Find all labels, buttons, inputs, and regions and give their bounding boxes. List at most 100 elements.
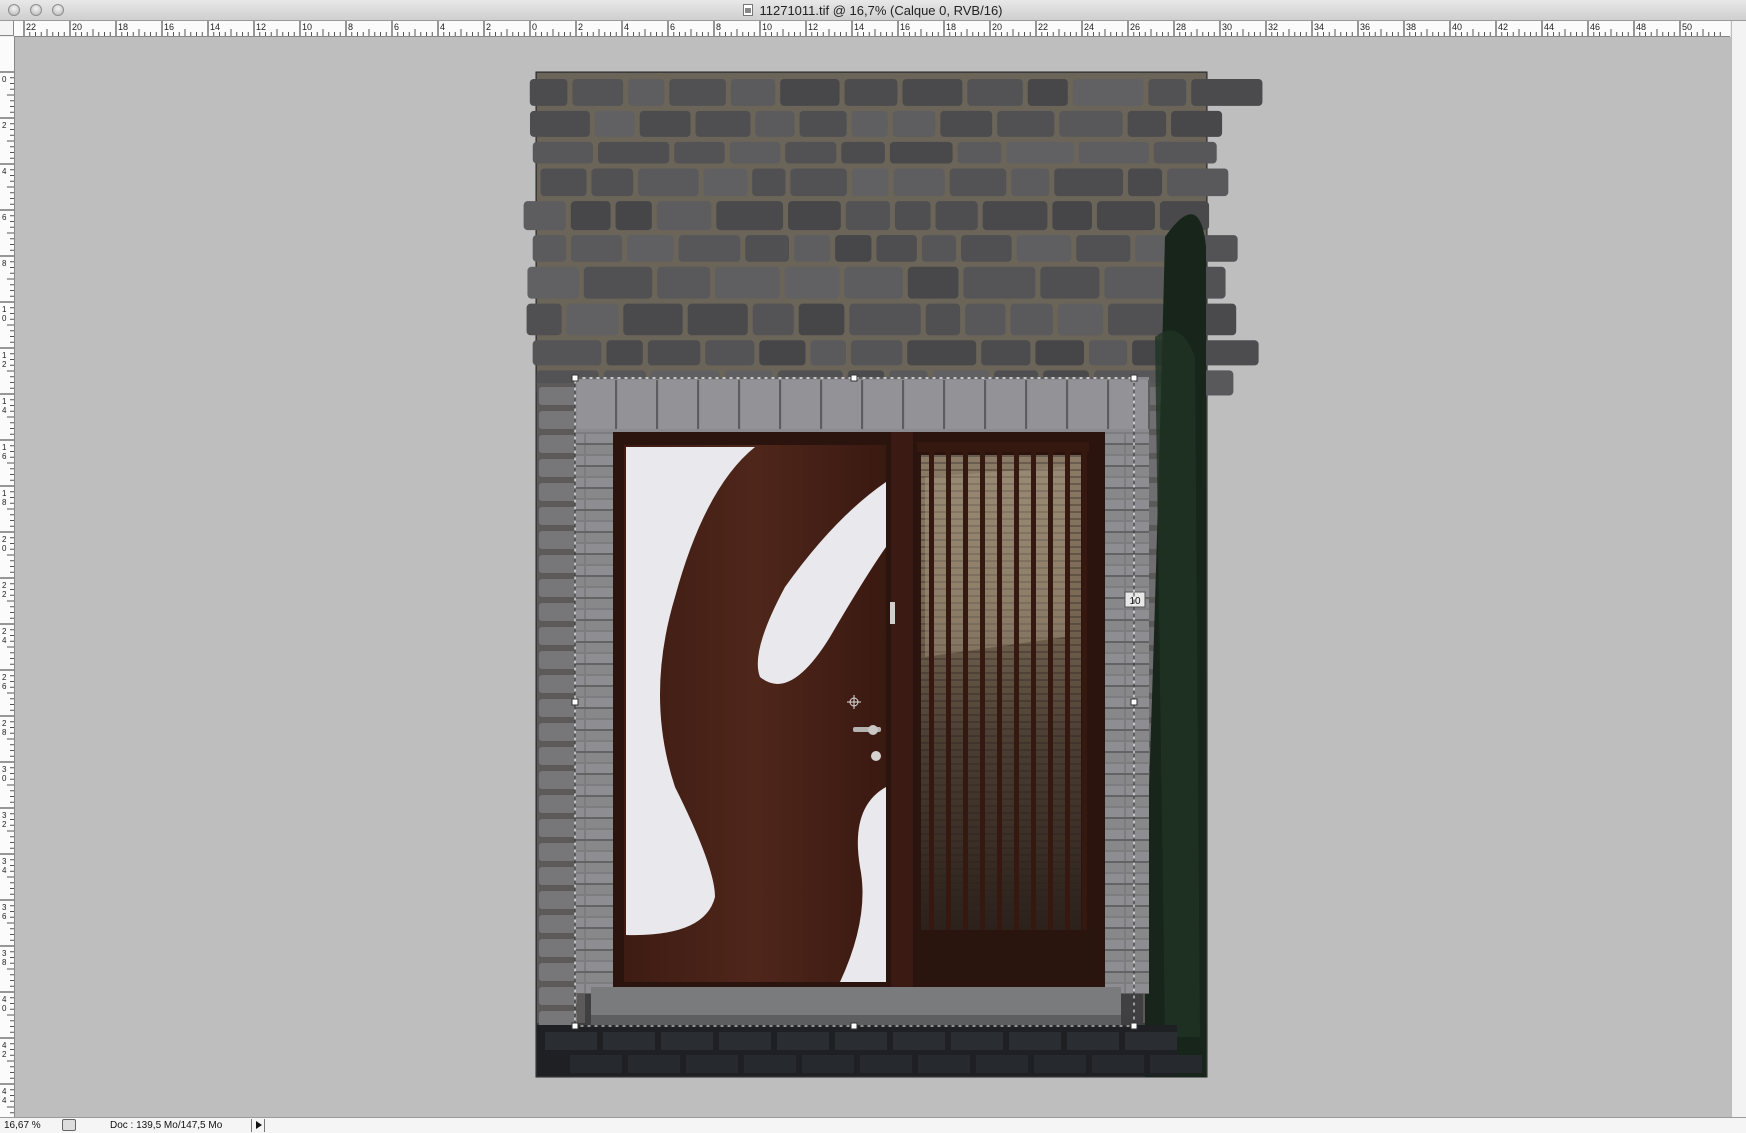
ruler-label: 36 — [1360, 22, 1370, 32]
ruler-label: 32 — [2, 811, 7, 829]
transform-handle-top-center[interactable] — [850, 374, 858, 382]
ruler-label: 28 — [2, 719, 7, 737]
status-bar: 16,67 % Doc : 139,5 Mo/147,5 Mo — [0, 1117, 1746, 1133]
title-group: 11271011.tif @ 16,7% (Calque 0, RVB/16) — [0, 0, 1746, 20]
svg-text:8: 8 — [2, 498, 7, 507]
svg-text:2: 2 — [2, 627, 7, 636]
ruler-label: 44 — [2, 1087, 7, 1105]
vertical-scrollbar[interactable] — [1731, 21, 1746, 1117]
svg-text:3: 3 — [2, 765, 7, 774]
ruler-label: 8 — [348, 22, 353, 32]
svg-text:2: 2 — [2, 820, 7, 829]
status-preview-icon[interactable] — [62, 1119, 76, 1131]
svg-text:1: 1 — [2, 489, 7, 498]
ruler-label: 42 — [1498, 22, 1508, 32]
transform-handle-bottom-right[interactable] — [1130, 1022, 1138, 1030]
ruler-label: 16 — [164, 22, 174, 32]
svg-text:6: 6 — [2, 213, 7, 222]
ruler-label: 48 — [1636, 22, 1646, 32]
svg-text:4: 4 — [2, 636, 7, 645]
window-titlebar[interactable]: 11271011.tif @ 16,7% (Calque 0, RVB/16) — [0, 0, 1746, 21]
svg-text:0: 0 — [2, 75, 7, 84]
svg-text:1: 1 — [2, 443, 7, 452]
ruler-label: 10 — [762, 22, 772, 32]
ruler-label: 6 — [394, 22, 399, 32]
svg-text:3: 3 — [2, 903, 7, 912]
ruler-label: 10 — [2, 305, 7, 323]
svg-text:0: 0 — [2, 544, 7, 553]
ruler-label: 42 — [2, 1041, 7, 1059]
ruler-label: 8 — [716, 22, 721, 32]
ruler-label: 46 — [1590, 22, 1600, 32]
ruler-label: 30 — [1222, 22, 1232, 32]
transform-handle-bottom-center[interactable] — [850, 1022, 858, 1030]
vertical-ruler-ticks: 0246810121416182022242628303234363840424… — [0, 71, 14, 1114]
ruler-label: 26 — [1130, 22, 1140, 32]
transform-handle-middle-left[interactable] — [571, 698, 579, 706]
svg-text:0: 0 — [2, 1004, 7, 1013]
ruler-label: 14 — [210, 22, 220, 32]
svg-text:2: 2 — [2, 121, 7, 130]
ruler-label: 30 — [2, 765, 7, 783]
svg-text:4: 4 — [2, 866, 7, 875]
document-proxy-icon[interactable] — [743, 4, 754, 16]
ruler-label: 24 — [2, 627, 7, 645]
ruler-label: 26 — [2, 673, 7, 691]
transform-handle-bottom-left[interactable] — [571, 1022, 579, 1030]
svg-text:4: 4 — [2, 995, 7, 1004]
ruler-label: 22 — [2, 581, 7, 599]
svg-text:8: 8 — [2, 259, 7, 268]
transform-handle-top-right[interactable] — [1130, 374, 1138, 382]
svg-text:2: 2 — [2, 535, 7, 544]
svg-text:4: 4 — [2, 406, 7, 415]
svg-text:3: 3 — [2, 949, 7, 958]
stone-wall — [523, 79, 1263, 396]
ruler-label: 38 — [1406, 22, 1416, 32]
transform-handle-middle-right[interactable] — [1130, 698, 1138, 706]
ruler-label: 12 — [808, 22, 818, 32]
svg-text:0: 0 — [2, 774, 7, 783]
ruler-label: 4 — [624, 22, 629, 32]
house-number: 10 — [1129, 596, 1141, 607]
photo: 10 — [523, 71, 1263, 1078]
ruler-label: 4 — [2, 167, 7, 176]
document-image[interactable]: 10 — [15, 37, 1731, 1117]
ruler-label: 22 — [1038, 22, 1048, 32]
ruler-label: 14 — [2, 397, 7, 415]
svg-text:4: 4 — [2, 1087, 7, 1096]
transform-handle-top-left[interactable] — [571, 374, 579, 382]
svg-text:4: 4 — [2, 167, 7, 176]
horizontal-ruler[interactable]: 22 20 18 16 14 12 10 8 6 4 2 0 2 4 6 8 10 12 14 16 18 20 22 24 2… — [14, 21, 1730, 37]
ruler-label: 34 — [2, 857, 7, 875]
ruler-origin-corner[interactable] — [0, 21, 14, 36]
ruler-label: 22 — [26, 22, 36, 32]
ruler-label: 2 — [486, 22, 491, 32]
ruler-label: 28 — [1176, 22, 1186, 32]
ruler-label: 24 — [1084, 22, 1094, 32]
svg-text:2: 2 — [2, 360, 7, 369]
ruler-label: 18 — [118, 22, 128, 32]
ruler-label: 10 — [302, 22, 312, 32]
ruler-label: 40 — [1452, 22, 1462, 32]
status-menu-arrow-icon[interactable] — [251, 1119, 265, 1132]
svg-text:3: 3 — [2, 811, 7, 820]
zoom-level-field[interactable]: 16,67 % — [4, 1119, 56, 1132]
ruler-label: 12 — [2, 351, 7, 369]
window-title: 11271011.tif @ 16,7% (Calque 0, RVB/16) — [759, 2, 1003, 18]
svg-text:2: 2 — [2, 581, 7, 590]
ruler-label: 44 — [1544, 22, 1554, 32]
ruler-label: 38 — [2, 949, 7, 967]
svg-text:4: 4 — [2, 1041, 7, 1050]
ruler-label: 34 — [1314, 22, 1324, 32]
ruler-label: 14 — [854, 22, 864, 32]
svg-text:4: 4 — [2, 1096, 7, 1105]
svg-text:1: 1 — [2, 305, 7, 314]
ruler-label: 36 — [2, 903, 7, 921]
document-size-info: Doc : 139,5 Mo/147,5 Mo — [110, 1120, 223, 1131]
ruler-label: 0 — [532, 22, 537, 32]
vertical-ruler[interactable]: 0246810121416182022242628303234363840424… — [0, 37, 15, 1117]
svg-text:2: 2 — [2, 1050, 7, 1059]
ruler-label: 20 — [72, 22, 82, 32]
ruler-label: 32 — [1268, 22, 1278, 32]
document-canvas[interactable]: 10 — [15, 37, 1731, 1117]
